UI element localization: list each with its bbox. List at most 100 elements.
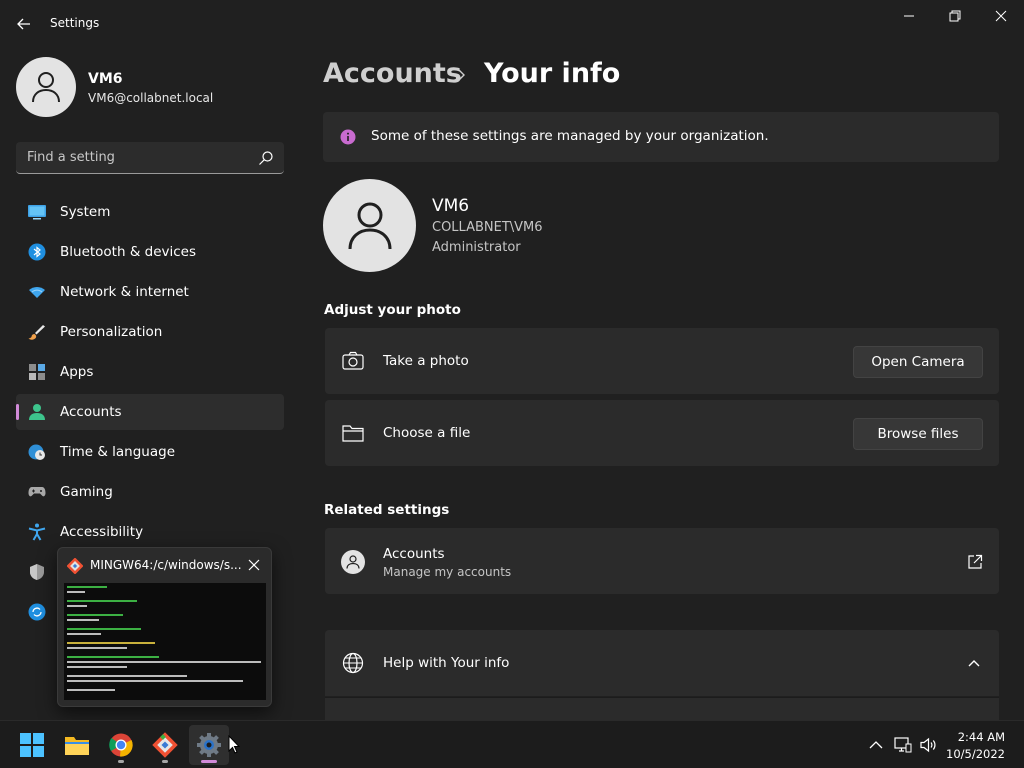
adjust-photo-heading: Adjust your photo <box>324 302 461 318</box>
sidebar-item-label: Apps <box>60 364 94 380</box>
globe-clock-icon <box>28 444 45 460</box>
camera-icon <box>342 351 364 370</box>
accessibility-icon <box>28 523 46 541</box>
sidebar-item-personalization[interactable]: Personalization <box>16 314 284 350</box>
taskbar: 2:44 AM 10/5/2022 <box>0 720 1024 768</box>
help-divider-line <box>325 697 999 698</box>
gamepad-icon <box>28 487 46 497</box>
chevron-up-icon[interactable] <box>967 657 981 669</box>
person-icon <box>346 555 360 569</box>
restore-icon <box>949 10 961 22</box>
org-managed-banner: Some of these settings are managed by yo… <box>323 112 999 162</box>
minimize-icon <box>904 15 914 17</box>
take-photo-card: Take a photo Open Camera <box>325 328 999 394</box>
preview-title: MINGW64:/c/windows/s... <box>90 558 242 572</box>
sidebar-item-time-language[interactable]: Time & language <box>16 434 284 470</box>
sidebar-item-label: Time & language <box>60 444 176 460</box>
sidebar-item-label: System <box>60 204 111 220</box>
sidebar-item-system[interactable]: System <box>16 194 284 230</box>
chevron-up-icon[interactable] <box>867 736 885 754</box>
sidebar-item-network[interactable]: Network & internet <box>16 274 284 310</box>
page-title: Your info <box>484 58 621 89</box>
windows-update-icon <box>28 603 46 621</box>
app-title: Settings <box>50 16 100 30</box>
sidebar-item-label: Network & internet <box>60 284 189 300</box>
help-content <box>325 697 999 720</box>
search-icon[interactable] <box>258 150 274 166</box>
clock-date[interactable]: 10/5/2022 <box>946 747 1005 761</box>
wifi-icon <box>29 287 45 298</box>
sidebar-item-label: Accessibility <box>60 524 144 540</box>
account-avatar <box>341 550 365 574</box>
title-bar: Settings <box>0 0 1024 48</box>
settings-button[interactable] <box>189 725 229 765</box>
taskbar-window-preview[interactable]: MINGW64:/c/windows/s... <box>57 547 272 707</box>
chevron-right-icon <box>458 69 465 81</box>
mouse-cursor-icon <box>228 735 240 754</box>
profile-name: VM6 <box>88 71 123 87</box>
breadcrumb-accounts[interactable]: Accounts <box>323 58 462 89</box>
file-explorer-icon <box>65 737 89 755</box>
back-arrow-icon <box>17 18 30 30</box>
shield-icon <box>30 564 44 580</box>
open-external-icon <box>968 554 983 569</box>
running-indicator <box>162 760 168 763</box>
monitor-icon <box>28 205 46 220</box>
person-icon <box>29 404 45 420</box>
close-button[interactable] <box>978 0 1024 32</box>
take-photo-label: Take a photo <box>383 353 469 369</box>
settings-gear-icon <box>197 733 221 757</box>
git-bash-icon <box>152 732 178 758</box>
choose-file-card: Choose a file Browse files <box>325 400 999 466</box>
terminal-thumbnail <box>64 583 266 700</box>
running-indicator <box>118 760 124 763</box>
git-bash-button[interactable] <box>145 725 185 765</box>
windows-start-icon <box>20 733 44 757</box>
banner-text: Some of these settings are managed by yo… <box>371 128 769 144</box>
choose-file-label: Choose a file <box>383 425 471 441</box>
browse-files-button[interactable]: Browse files <box>853 418 983 450</box>
sidebar-item-label: Accounts <box>60 404 122 420</box>
restore-button[interactable] <box>932 0 978 32</box>
git-bash-icon <box>67 558 83 574</box>
close-icon[interactable] <box>247 558 261 572</box>
profile-avatar <box>16 57 76 117</box>
help-title: Help with Your info <box>383 655 510 671</box>
search-input[interactable] <box>16 142 256 172</box>
sidebar-item-label: Personalization <box>60 324 163 340</box>
info-icon <box>340 129 356 145</box>
help-your-info-card[interactable]: Help with Your info <box>325 630 999 696</box>
person-icon <box>348 202 391 249</box>
brush-icon <box>28 325 45 340</box>
back-button[interactable] <box>12 12 36 36</box>
file-explorer-button[interactable] <box>57 725 97 765</box>
globe-icon <box>342 652 364 674</box>
sidebar-item-apps[interactable]: Apps <box>16 354 284 390</box>
user-avatar <box>323 179 416 272</box>
search-box <box>16 142 284 174</box>
profile-email: VM6@collabnet.local <box>88 91 214 105</box>
minimize-button[interactable] <box>886 0 932 32</box>
related-accounts-card[interactable]: Accounts Manage my accounts <box>325 528 999 594</box>
sidebar-item-accounts[interactable]: Accounts <box>16 394 284 430</box>
folder-icon <box>342 425 364 442</box>
related-accounts-title: Accounts <box>383 546 445 562</box>
sidebar-item-bluetooth[interactable]: Bluetooth & devices <box>16 234 284 270</box>
volume-icon[interactable] <box>919 736 937 754</box>
sidebar-item-label: Gaming <box>60 484 113 500</box>
user-name: VM6 <box>432 196 470 216</box>
network-wired-icon[interactable] <box>894 736 912 754</box>
person-icon <box>32 72 60 103</box>
chrome-button[interactable] <box>101 725 141 765</box>
start-button[interactable] <box>12 725 52 765</box>
apps-icon <box>29 364 45 380</box>
close-icon <box>995 10 1007 22</box>
chrome-icon <box>109 733 133 757</box>
sidebar-item-gaming[interactable]: Gaming <box>16 474 284 510</box>
clock-time[interactable]: 2:44 AM <box>958 730 1005 744</box>
related-settings-heading: Related settings <box>324 502 450 518</box>
user-role: Administrator <box>432 240 521 255</box>
open-camera-button[interactable]: Open Camera <box>853 346 983 378</box>
sidebar-item-accessibility[interactable]: Accessibility <box>16 514 284 550</box>
bluetooth-icon <box>28 243 46 261</box>
